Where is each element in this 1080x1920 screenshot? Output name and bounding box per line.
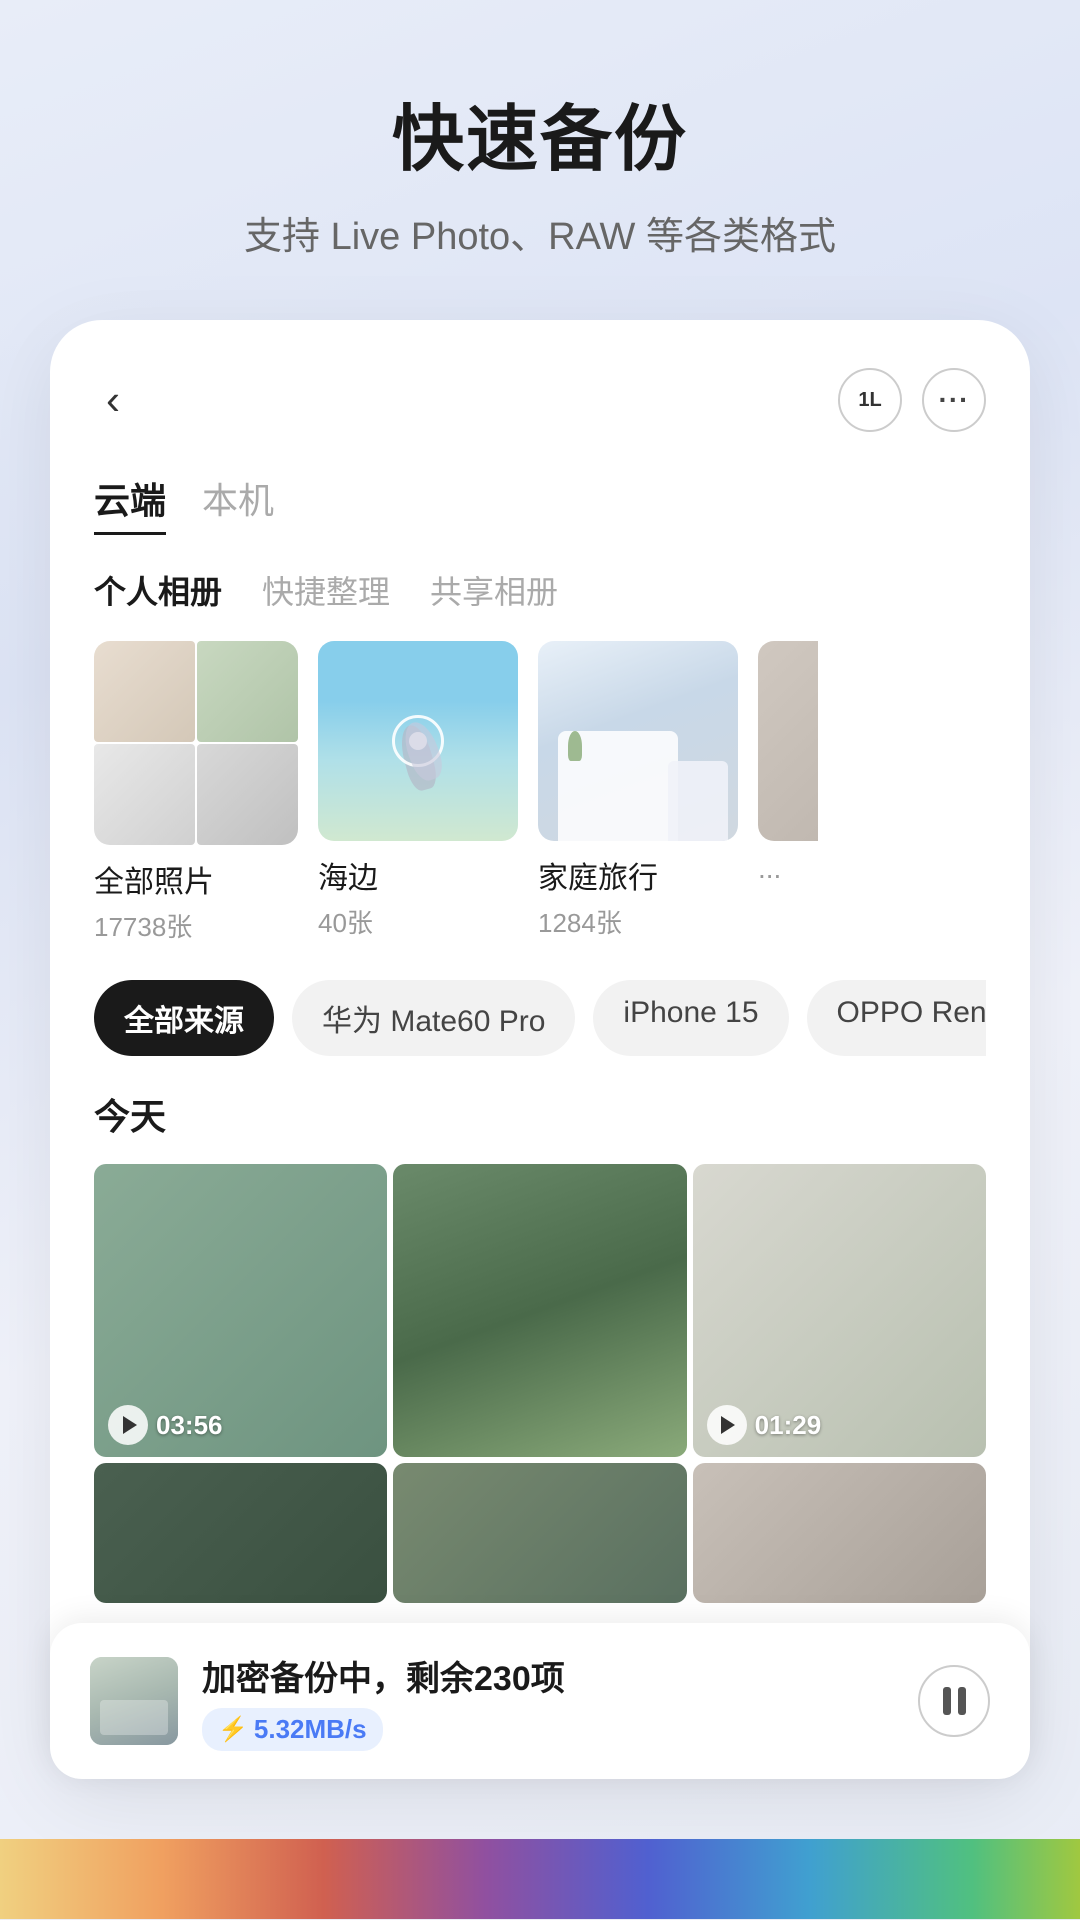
bottom-photo-2[interactable] xyxy=(393,1463,686,1603)
play-button-1[interactable] xyxy=(108,1405,148,1445)
album-all-photos-name: 全部照片 xyxy=(94,857,298,901)
album-partial[interactable]: ... xyxy=(758,641,818,944)
album-sea-cover xyxy=(318,641,518,841)
album-all-photos[interactable]: 全部照片 17738张 xyxy=(94,641,298,944)
album-all-photos-count: 17738张 xyxy=(94,907,298,944)
video-duration-1: 03:56 xyxy=(156,1410,223,1441)
bottom-photos xyxy=(94,1463,986,1603)
pause-button[interactable] xyxy=(918,1665,990,1737)
tab-shared-album[interactable]: 共享相册 xyxy=(430,567,558,613)
album-sea-name: 海边 xyxy=(318,853,518,897)
album-family-travel[interactable]: 家庭旅行 1284张 xyxy=(538,641,738,944)
live-badge xyxy=(392,715,444,767)
chip-oppo[interactable]: OPPO Reno xyxy=(807,980,986,1056)
chip-all-sources[interactable]: 全部来源 xyxy=(94,980,274,1056)
album-grid: 全部照片 17738张 海边 40张 xyxy=(94,641,986,944)
album-travel-cover xyxy=(538,641,738,841)
video-duration-3: 01:29 xyxy=(755,1410,822,1441)
album-subtabs: 个人相册 快捷整理 共享相册 xyxy=(94,567,986,613)
pause-icon xyxy=(943,1687,966,1715)
album-partial-cover xyxy=(758,641,818,841)
lightning-icon: ⚡ xyxy=(218,1715,248,1744)
sort-icon-button[interactable]: 1L xyxy=(838,368,902,432)
today-section-title: 今天 xyxy=(94,1088,986,1140)
play-icon-1 xyxy=(123,1416,137,1434)
bottom-color-strip xyxy=(0,1839,1080,1919)
backup-bar: 加密备份中，剩余230项 ⚡ 5.32MB/s xyxy=(50,1623,1030,1779)
tab-quick-organize[interactable]: 快捷整理 xyxy=(262,567,390,613)
video-overlay-1: 03:56 xyxy=(94,1393,387,1457)
play-icon-3 xyxy=(721,1416,735,1434)
backup-info: 加密备份中，剩余230项 ⚡ 5.32MB/s xyxy=(202,1651,894,1751)
phone-card: ‹ 1L ··· 云端 本机 个人相册 快捷整理 共享相册 xyxy=(50,320,1030,1779)
tab-personal-album[interactable]: 个人相册 xyxy=(94,567,222,613)
cloud-local-tabs: 云端 本机 xyxy=(94,472,986,535)
today-photo-2[interactable] xyxy=(393,1164,686,1457)
bottom-photo-1[interactable] xyxy=(94,1463,387,1603)
back-button[interactable]: ‹ xyxy=(94,368,132,432)
more-options-button[interactable]: ··· xyxy=(922,368,986,432)
today-photo-1[interactable]: 03:56 xyxy=(94,1164,387,1457)
video-overlay-3: 01:29 xyxy=(693,1393,986,1457)
backup-thumbnail xyxy=(90,1657,178,1745)
page-header: 快速备份 支持 Live Photo、RAW 等各类格式 xyxy=(0,0,1080,300)
today-photo-3[interactable]: 01:29 xyxy=(693,1164,986,1457)
tab-local[interactable]: 本机 xyxy=(202,472,274,535)
album-travel-count: 1284张 xyxy=(538,903,738,940)
top-icons: 1L ··· xyxy=(838,368,986,432)
chip-iphone15[interactable]: iPhone 15 xyxy=(593,980,788,1056)
album-sea-count: 40张 xyxy=(318,903,518,940)
source-filter-chips: 全部来源 华为 Mate60 Pro iPhone 15 OPPO Reno xyxy=(94,980,986,1056)
play-button-3[interactable] xyxy=(707,1405,747,1445)
album-travel-name: 家庭旅行 xyxy=(538,853,738,897)
album-all-photos-cover xyxy=(94,641,298,845)
page-subtitle: 支持 Live Photo、RAW 等各类格式 xyxy=(40,205,1040,260)
top-bar: ‹ 1L ··· xyxy=(94,368,986,432)
backup-speed: ⚡ 5.32MB/s xyxy=(202,1708,383,1751)
page-title: 快速备份 xyxy=(40,80,1040,185)
album-sea[interactable]: 海边 40张 xyxy=(318,641,518,944)
chip-huawei[interactable]: 华为 Mate60 Pro xyxy=(292,980,575,1056)
today-photo-grid: 03:56 01:29 xyxy=(94,1164,986,1457)
backup-speed-value: 5.32MB/s xyxy=(254,1714,367,1745)
bottom-photo-3[interactable] xyxy=(693,1463,986,1603)
album-partial-count: ... xyxy=(758,853,818,885)
tab-cloud[interactable]: 云端 xyxy=(94,472,166,535)
backup-title: 加密备份中，剩余230项 xyxy=(202,1651,894,1700)
